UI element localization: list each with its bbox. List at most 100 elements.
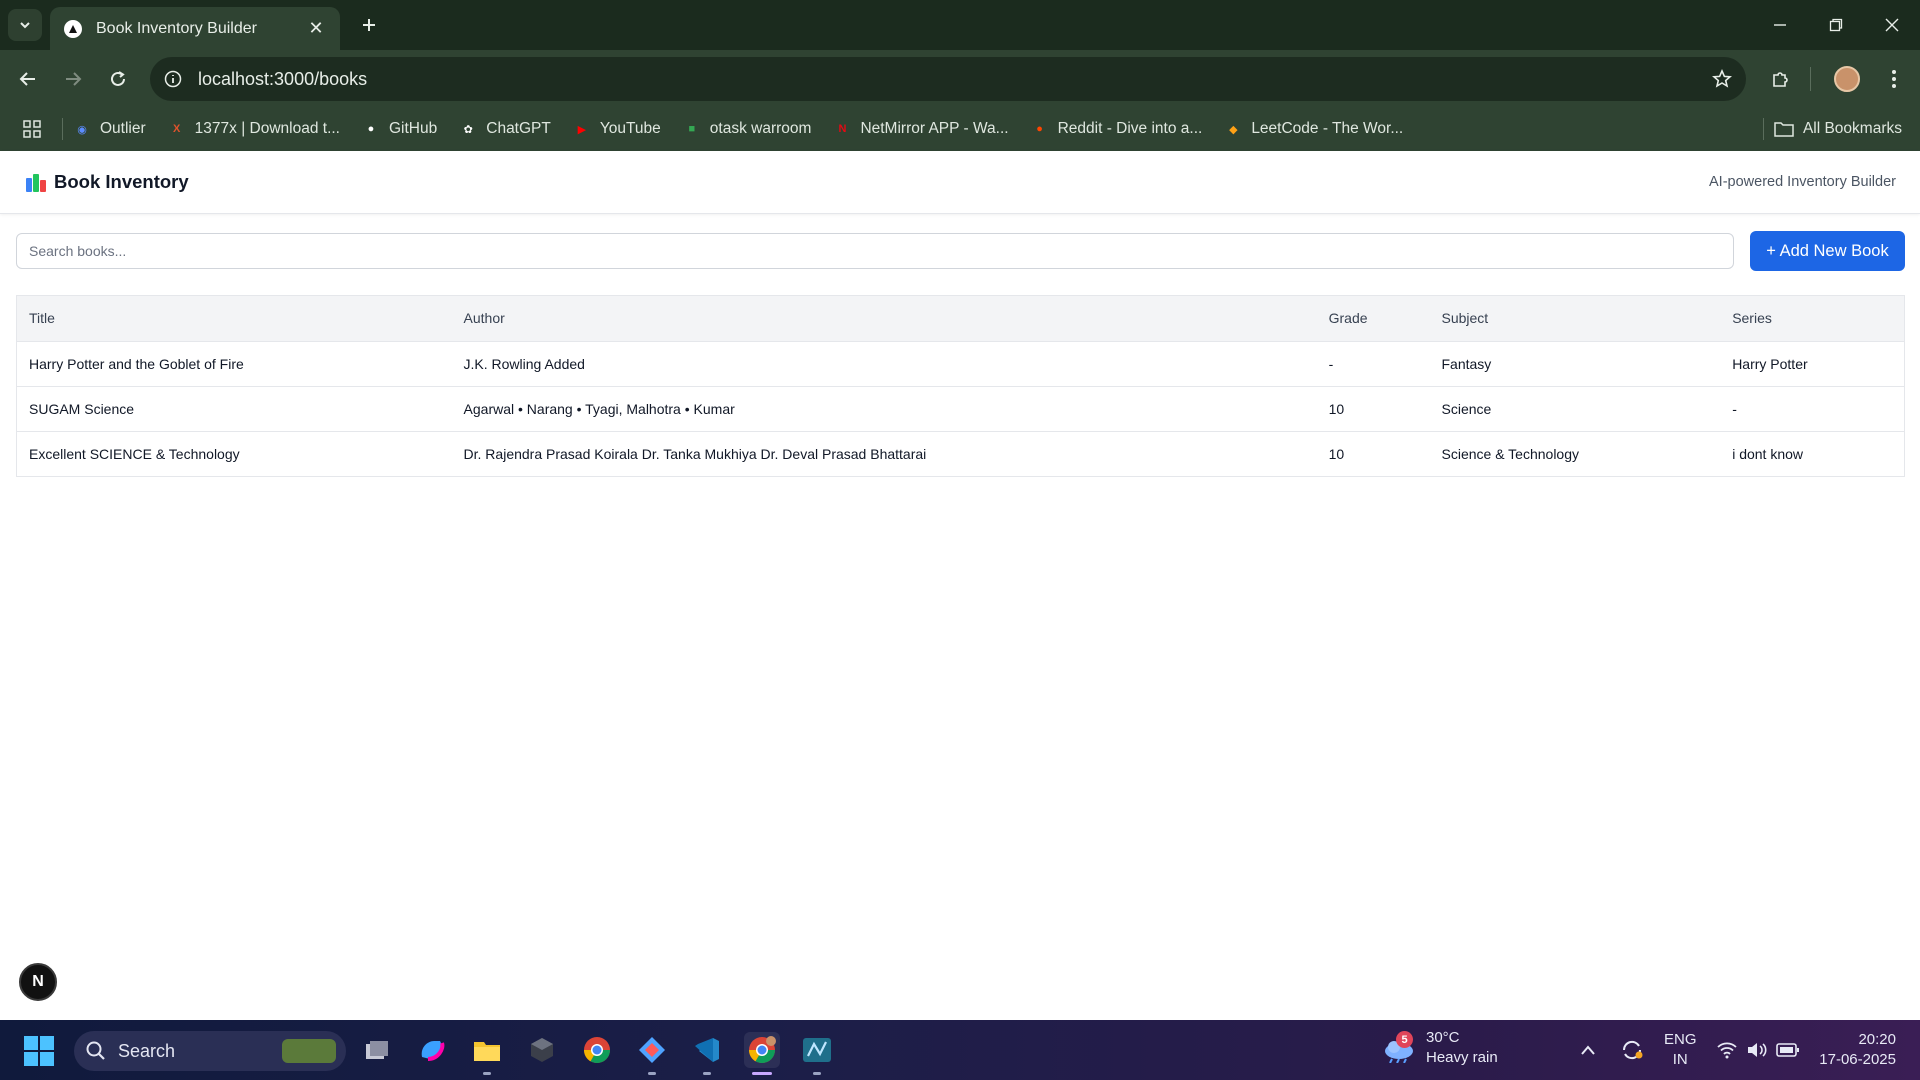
table-header-row: Title Author Grade Subject Series	[17, 296, 1904, 342]
close-icon	[1885, 18, 1899, 32]
address-bar[interactable]: localhost:3000/books	[150, 57, 1746, 101]
app-header: Book Inventory AI-powered Inventory Buil…	[0, 151, 1920, 214]
bookmark-label: ChatGPT	[486, 120, 551, 137]
bookmark-label: 1377x | Download t...	[194, 120, 340, 137]
weather-alert-badge: 5	[1396, 1031, 1413, 1048]
tab-search-button[interactable]	[8, 9, 42, 41]
url-text[interactable]: localhost:3000/books	[198, 69, 1712, 90]
all-bookmarks-label: All Bookmarks	[1802, 120, 1902, 137]
column-header-grade[interactable]: Grade	[1316, 296, 1430, 342]
chrome-icon[interactable]	[579, 1032, 615, 1068]
column-header-title[interactable]: Title	[17, 296, 452, 342]
bookmarks-divider	[62, 118, 63, 140]
browser-tabstrip: Book Inventory Builder ✕	[0, 0, 1920, 50]
weather-widget[interactable]: 5 30°C Heavy rain	[1382, 1028, 1498, 1068]
profile-button[interactable]	[1829, 61, 1865, 97]
search-input[interactable]	[16, 233, 1734, 269]
puzzle-icon	[1773, 72, 1788, 87]
bookmark-label: Outlier	[100, 120, 146, 137]
clock-date: 17-06-2025	[1819, 1051, 1896, 1068]
cell-author: Agarwal • Narang • Tyagi, Malhotra • Kum…	[451, 386, 1317, 432]
minimize-icon	[1774, 24, 1786, 26]
chrome-profile-icon[interactable]	[744, 1032, 780, 1075]
bookmark-item[interactable]: ◆ LeetCode - The Wor...	[1224, 120, 1403, 138]
taskbar-search[interactable]: Search	[74, 1031, 346, 1071]
task-view-icon[interactable]	[359, 1032, 395, 1068]
new-tab-button[interactable]	[352, 9, 386, 41]
apps-button[interactable]	[18, 115, 46, 143]
search-highlight-icon	[282, 1039, 336, 1063]
github-icon: ●	[367, 123, 375, 135]
windows-start-icon[interactable]	[24, 1036, 54, 1066]
battery-icon[interactable]	[1776, 1020, 1800, 1080]
taskbar-search-label: Search	[118, 1040, 176, 1061]
forward-button[interactable]	[55, 61, 91, 97]
app-tagline: AI-powered Inventory Builder	[1709, 174, 1896, 190]
apps-grid-icon	[23, 120, 41, 138]
bookmark-item[interactable]: N NetMirror APP - Wa...	[833, 120, 1008, 138]
language-indicator[interactable]: ENG IN	[1664, 1020, 1697, 1080]
site-info-icon[interactable]	[164, 70, 182, 88]
mysql-workbench-icon[interactable]	[799, 1032, 835, 1075]
bookmark-item[interactable]: X 1377x | Download t...	[168, 120, 340, 138]
x-icon: X	[172, 123, 181, 135]
back-button[interactable]	[10, 61, 46, 97]
cell-subject: Science	[1429, 386, 1721, 432]
table-row[interactable]: Harry Potter and the Goblet of Fire J.K.…	[17, 341, 1904, 387]
column-header-series[interactable]: Series	[1720, 296, 1904, 342]
bookmark-item[interactable]: ● GitHub	[362, 120, 438, 138]
bookmark-label: Reddit - Dive into a...	[1057, 120, 1203, 137]
restore-button[interactable]	[1808, 0, 1864, 50]
bookmark-label: NetMirror APP - Wa...	[860, 120, 1009, 137]
git-kraken-icon[interactable]	[634, 1032, 670, 1075]
all-bookmarks-button[interactable]: All Bookmarks	[1774, 107, 1902, 151]
search-icon	[86, 1041, 105, 1060]
cell-subject: Fantasy	[1429, 341, 1721, 387]
copilot-icon[interactable]	[414, 1032, 450, 1068]
cell-series: i dont know	[1732, 445, 1804, 462]
cursor-app-icon[interactable]	[524, 1032, 560, 1068]
reddit-icon: ●	[1036, 123, 1043, 135]
clock-time: 20:20	[1858, 1031, 1896, 1048]
browser-tab-active[interactable]: Book Inventory Builder ✕	[50, 7, 340, 50]
bookmark-item[interactable]: ■ otask warroom	[683, 120, 811, 138]
sync-icon[interactable]	[1620, 1020, 1644, 1080]
reload-button[interactable]	[100, 61, 136, 97]
column-header-author[interactable]: Author	[451, 296, 1317, 342]
minimize-button[interactable]	[1752, 0, 1808, 50]
chatgpt-icon: ✿	[463, 123, 473, 136]
avatar	[1834, 66, 1860, 92]
close-window-button[interactable]	[1864, 0, 1920, 50]
show-hidden-icons-button[interactable]	[1580, 1020, 1596, 1080]
cell-title: Excellent SCIENCE & Technology	[29, 445, 240, 462]
bookmark-item[interactable]: ▶ YouTube	[573, 120, 661, 138]
volume-icon[interactable]	[1746, 1020, 1768, 1080]
extensions-button[interactable]	[1763, 61, 1799, 97]
network-icon[interactable]	[1716, 1020, 1738, 1080]
active-indicator	[752, 1072, 772, 1075]
cell-title: SUGAM Science	[17, 386, 452, 432]
nextjs-dev-indicator[interactable]: N	[19, 963, 57, 1001]
youtube-icon: ▶	[577, 123, 587, 136]
windows-taskbar: Search 5 30°C Heavy rain ENG IN 20:20 17…	[0, 1020, 1920, 1080]
vscode-icon[interactable]	[689, 1032, 725, 1075]
add-new-book-button[interactable]: + Add New Book	[1750, 231, 1905, 271]
bookmark-item[interactable]: ✿ ChatGPT	[459, 120, 551, 138]
cell-series: Harry Potter	[1720, 341, 1904, 387]
column-header-subject[interactable]: Subject	[1429, 296, 1721, 342]
region-code: IN	[1672, 1051, 1688, 1068]
cell-grade: 10	[1316, 386, 1430, 432]
file-explorer-icon[interactable]	[469, 1032, 505, 1075]
bookmark-star-icon[interactable]	[1712, 69, 1732, 89]
bookmark-item[interactable]: ◉ Outlier	[73, 120, 146, 138]
running-indicator	[483, 1072, 491, 1075]
table-row[interactable]: Excellent SCIENCE & Technology Dr. Rajen…	[17, 431, 1904, 476]
chevron-up-icon	[1581, 1045, 1595, 1055]
browser-menu-button[interactable]	[1876, 61, 1912, 97]
close-tab-icon[interactable]: ✕	[306, 18, 326, 39]
arrow-left-icon	[19, 72, 35, 86]
system-clock[interactable]: 20:20 17-06-2025	[1819, 1030, 1896, 1070]
table-row[interactable]: SUGAM Science Agarwal • Narang • Tyagi, …	[17, 386, 1904, 432]
bookmark-item[interactable]: ● Reddit - Dive into a...	[1031, 120, 1203, 138]
tab-title: Book Inventory Builder	[96, 19, 257, 37]
